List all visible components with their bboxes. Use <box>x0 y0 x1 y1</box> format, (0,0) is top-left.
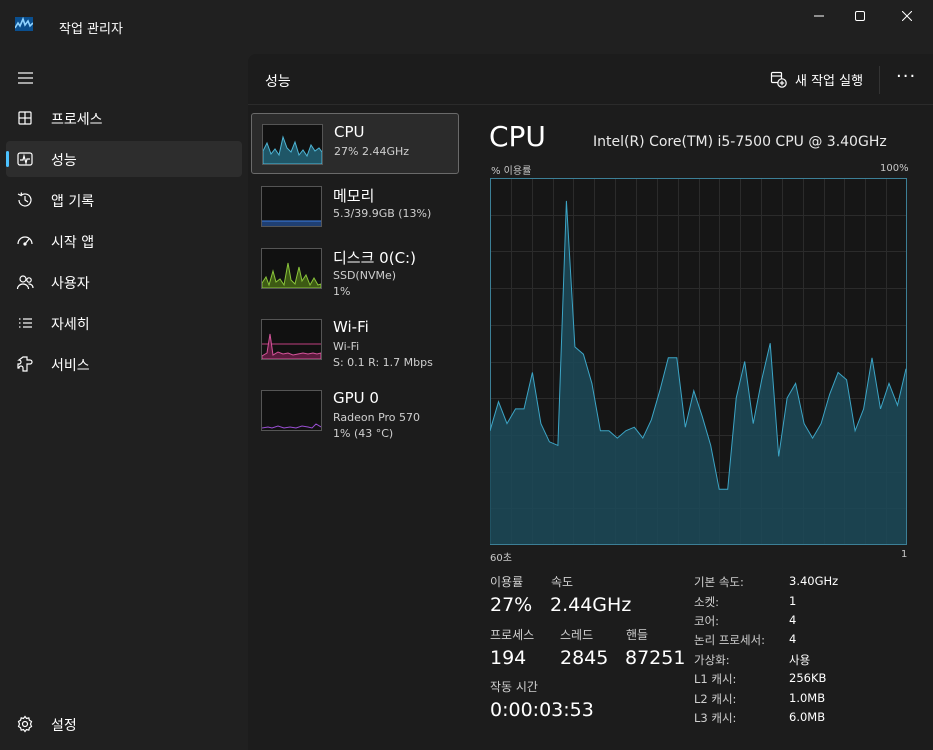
nav-item-settings[interactable]: 설정 <box>6 706 242 742</box>
perf-item-memory[interactable]: 메모리 5.3/39.9GB (13%) <box>251 176 459 237</box>
spec-key: 소켓: <box>694 595 720 609</box>
graph-x-right: 1 <box>901 549 908 560</box>
spec-value: 1.0MB <box>789 691 826 705</box>
spec-value: 6.0MB <box>789 710 826 724</box>
processes-value: 194 <box>490 647 527 669</box>
perf-item-subtitle: Radeon Pro 570 <box>333 411 421 424</box>
graph-y-label: % 이용률 <box>491 166 532 177</box>
cpu-model-name: Intel(R) Core(TM) i5-7500 CPU @ 3.40GHz <box>593 134 887 150</box>
perf-item-name: 디스크 0(C:) <box>333 249 416 267</box>
graph-x-left: 60초 <box>490 553 512 564</box>
cpu-thumbnail-graph <box>262 124 323 165</box>
uptime-label: 작동 시간 <box>490 680 538 694</box>
perf-item-disk[interactable]: 디스크 0(C:) SSD(NVMe) 1% <box>251 238 459 299</box>
startup-icon <box>16 232 34 250</box>
nav-item-processes[interactable]: 프로세스 <box>6 100 242 136</box>
processes-label: 프로세스 <box>490 628 535 642</box>
perf-item-detail: 1% <box>333 285 351 298</box>
perf-item-detail: 1% (43 °C) <box>333 427 394 440</box>
spec-value: 1 <box>789 594 797 608</box>
nav-item-app-history[interactable]: 앱 기록 <box>6 182 242 218</box>
spec-value: 256KB <box>789 671 827 685</box>
graph-y-max: 100% <box>880 163 909 174</box>
history-icon <box>16 191 34 209</box>
run-new-task-label: 새 작업 실행 <box>795 73 864 89</box>
perf-item-name: Wi-Fi <box>333 318 369 336</box>
nav-item-label: 시작 앱 <box>51 235 95 251</box>
perf-item-subtitle: 5.3/39.9GB (13%) <box>333 207 432 220</box>
nav-item-startup-apps[interactable]: 시작 앱 <box>6 223 242 259</box>
perf-item-cpu[interactable]: CPU 27% 2.44GHz <box>251 113 459 174</box>
task-manager-logo-icon <box>15 17 33 31</box>
gear-icon <box>16 715 34 733</box>
minimize-icon[interactable] <box>796 0 842 32</box>
spec-key: 코어: <box>694 614 720 628</box>
page-title: 성능 <box>265 74 291 90</box>
speed-label: 속도 <box>551 575 574 589</box>
spec-key: L2 캐시: <box>694 692 737 706</box>
utilization-label: 이용률 <box>490 575 524 589</box>
title-bar <box>0 0 933 52</box>
spec-key: L1 캐시: <box>694 672 737 686</box>
spec-value: 사용 <box>789 653 811 667</box>
settings-label: 설정 <box>51 718 77 734</box>
gpu-thumbnail-graph <box>261 390 322 431</box>
nav-item-details[interactable]: 자세히 <box>6 305 242 341</box>
disk-thumbnail-graph <box>261 248 322 289</box>
spec-key: L3 캐시: <box>694 711 737 725</box>
perf-item-name: CPU <box>334 123 365 141</box>
toolbar-divider <box>879 66 880 94</box>
handles-label: 핸들 <box>626 628 649 642</box>
utilization-value: 27% <box>490 594 533 616</box>
detail-title: CPU <box>489 120 546 153</box>
nav-item-label: 앱 기록 <box>51 194 95 210</box>
header-divider <box>248 104 933 105</box>
nav-item-label: 프로세스 <box>51 112 103 128</box>
selection-indicator <box>6 151 9 167</box>
handles-value: 87251 <box>625 647 686 669</box>
nav-item-performance[interactable]: 성능 <box>6 141 242 177</box>
threads-value: 2845 <box>560 647 609 669</box>
nav-item-label: 성능 <box>51 153 77 169</box>
uptime-value: 0:00:03:53 <box>490 699 594 721</box>
new-task-icon <box>770 71 787 88</box>
perf-item-subtitle: 27% 2.44GHz <box>334 145 410 158</box>
speed-value: 2.44GHz <box>550 594 632 616</box>
nav-item-label: 서비스 <box>51 358 90 374</box>
nav-item-users[interactable]: 사용자 <box>6 264 242 300</box>
spec-key: 논리 프로세서: <box>694 633 766 647</box>
nav-item-label: 사용자 <box>51 276 90 292</box>
hamburger-icon[interactable] <box>13 67 39 91</box>
spec-key: 가상화: <box>694 653 730 667</box>
perf-item-wifi[interactable]: Wi-Fi Wi-Fi S: 0.1 R: 1.7 Mbps <box>251 309 459 370</box>
memory-thumbnail-graph <box>261 186 322 227</box>
perf-item-name: 메모리 <box>333 187 375 205</box>
perf-item-detail: S: 0.1 R: 1.7 Mbps <box>333 356 433 369</box>
cpu-utilization-graph <box>490 178 907 545</box>
processes-icon <box>16 109 34 127</box>
details-icon <box>16 314 34 332</box>
threads-label: 스레드 <box>560 628 594 642</box>
spec-key: 기본 속도: <box>694 575 744 589</box>
perf-item-gpu[interactable]: GPU 0 Radeon Pro 570 1% (43 °C) <box>251 380 459 441</box>
spec-value: 4 <box>789 613 797 627</box>
wifi-thumbnail-graph <box>261 319 322 360</box>
services-icon <box>16 355 34 373</box>
run-new-task-button[interactable]: 새 작업 실행 <box>770 69 863 89</box>
window-title: 작업 관리자 <box>59 22 123 37</box>
nav-item-label: 자세히 <box>51 317 90 333</box>
more-options-button[interactable]: ··· <box>896 66 916 90</box>
cpu-utilization-chart <box>490 178 907 545</box>
perf-item-subtitle: SSD(NVMe) <box>333 269 397 282</box>
spec-value: 3.40GHz <box>789 574 839 588</box>
perf-item-name: GPU 0 <box>333 389 379 407</box>
performance-icon <box>16 150 34 168</box>
maximize-icon[interactable] <box>837 0 883 32</box>
nav-item-services[interactable]: 서비스 <box>6 346 242 382</box>
spec-value: 4 <box>789 632 797 646</box>
users-icon <box>16 273 34 291</box>
close-icon[interactable] <box>884 0 930 32</box>
perf-item-subtitle: Wi-Fi <box>333 340 360 353</box>
